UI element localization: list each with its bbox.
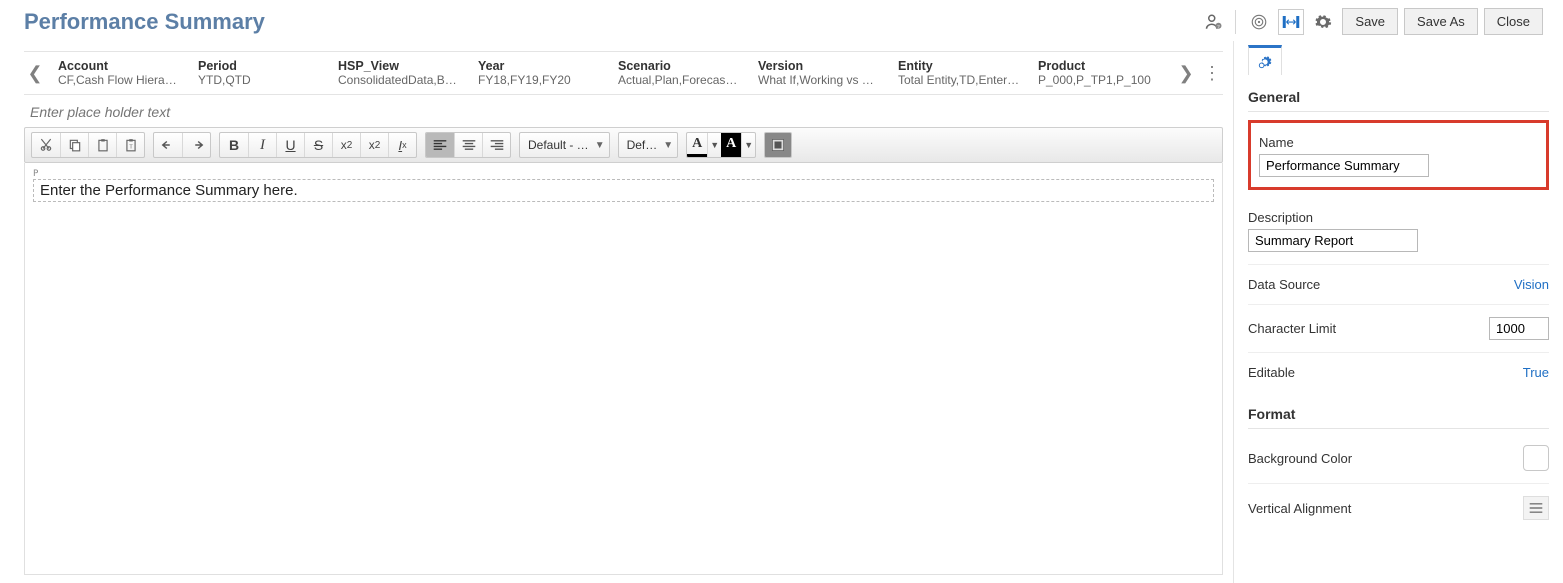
bgcolor-row: Background Color — [1248, 433, 1549, 483]
side-tabs — [1248, 45, 1549, 75]
editor-toolbar: T B I U S x2 x2 — [24, 127, 1223, 163]
text-color-caret[interactable]: ▼ — [707, 133, 721, 157]
charlimit-input[interactable] — [1489, 317, 1549, 340]
bgcolor-swatch[interactable] — [1523, 445, 1549, 471]
datasource-value[interactable]: Vision — [1514, 277, 1549, 292]
bold-button[interactable]: B — [220, 133, 248, 157]
charlimit-label: Character Limit — [1248, 321, 1336, 336]
editable-value[interactable]: True — [1523, 365, 1549, 380]
placeholder-row — [24, 95, 1223, 127]
paste-special-icon[interactable]: T — [116, 133, 144, 157]
description-block: Description — [1248, 196, 1549, 264]
placeholder-text-input[interactable] — [28, 103, 1219, 121]
dim-version[interactable]: Version What If,Working vs … — [750, 57, 890, 89]
dim-scroll-left[interactable]: ❮ — [24, 56, 46, 90]
dim-hspview[interactable]: HSP_View ConsolidatedData,B… — [330, 57, 470, 89]
superscript-button[interactable]: x2 — [360, 133, 388, 157]
main-area: ❮ Account CF,Cash Flow Hiera… Period YTD… — [24, 41, 1233, 583]
underline-button[interactable]: U — [276, 133, 304, 157]
description-input[interactable] — [1248, 229, 1418, 252]
dim-account[interactable]: Account CF,Cash Flow Hiera… — [50, 57, 190, 89]
editor-element-tag: P — [33, 169, 1214, 179]
valign-row: Vertical Alignment — [1248, 483, 1549, 532]
app-root: Performance Summary ? Save Save As Close — [0, 0, 1563, 583]
font-family-select[interactable]: Default - …▼ — [519, 132, 610, 158]
dimension-bar: ❮ Account CF,Cash Flow Hiera… Period YTD… — [24, 51, 1223, 95]
dim-overflow-menu[interactable]: ⋮ — [1201, 63, 1223, 84]
name-highlight: Name — [1248, 120, 1549, 190]
subscript-button[interactable]: x2 — [332, 133, 360, 157]
svg-text:T: T — [129, 145, 133, 151]
description-label: Description — [1248, 210, 1549, 225]
datasource-row: Data Source Vision — [1248, 264, 1549, 304]
charlimit-row: Character Limit — [1248, 304, 1549, 352]
page-title: Performance Summary — [24, 9, 265, 35]
copy-icon[interactable] — [60, 133, 88, 157]
bgcolor-label: Background Color — [1248, 451, 1352, 466]
paste-icon[interactable] — [88, 133, 116, 157]
general-tab[interactable] — [1248, 45, 1282, 75]
clear-format-button[interactable]: Ix — [388, 133, 416, 157]
dim-year[interactable]: Year FY18,FY19,FY20 — [470, 57, 610, 89]
italic-button[interactable]: I — [248, 133, 276, 157]
target-icon[interactable] — [1246, 9, 1272, 35]
gear-icon[interactable] — [1310, 9, 1336, 35]
name-input[interactable] — [1259, 154, 1429, 177]
undo-icon[interactable] — [154, 133, 182, 157]
dim-scenario[interactable]: Scenario Actual,Plan,Forecas… — [610, 57, 750, 89]
dim-scroll-right[interactable]: ❯ — [1175, 56, 1197, 90]
editable-row: Editable True — [1248, 352, 1549, 392]
section-format-title: Format — [1248, 406, 1549, 422]
save-button[interactable]: Save — [1342, 8, 1398, 35]
bg-color-caret[interactable]: ▼ — [741, 133, 755, 157]
valign-button[interactable] — [1523, 496, 1549, 520]
header: Performance Summary ? Save Save As Close — [0, 0, 1563, 41]
strikethrough-button[interactable]: S — [304, 133, 332, 157]
valign-label: Vertical Alignment — [1248, 501, 1351, 516]
dim-entity[interactable]: Entity Total Entity,TD,Enter… — [890, 57, 1030, 89]
bg-color-button[interactable]: A — [721, 133, 741, 157]
header-actions: ? Save Save As Close — [1203, 8, 1543, 35]
font-size-select[interactable]: Def…▼ — [618, 132, 679, 158]
dim-period[interactable]: Period YTD,QTD — [190, 57, 330, 89]
align-left-button[interactable] — [426, 133, 454, 157]
editor-content[interactable]: Enter the Performance Summary here. — [33, 179, 1214, 202]
cut-icon[interactable] — [32, 133, 60, 157]
separator — [1235, 10, 1236, 34]
insert-object-button[interactable] — [764, 132, 792, 158]
redo-icon[interactable] — [182, 133, 210, 157]
save-as-button[interactable]: Save As — [1404, 8, 1478, 35]
properties-panel: General Name Description Data Source Vis… — [1233, 41, 1563, 583]
user-help-icon[interactable]: ? — [1203, 11, 1225, 33]
text-color-button[interactable]: A — [687, 133, 707, 157]
align-right-button[interactable] — [482, 133, 510, 157]
fit-width-icon[interactable] — [1278, 9, 1304, 35]
align-center-button[interactable] — [454, 133, 482, 157]
close-button[interactable]: Close — [1484, 8, 1543, 35]
rich-text-editor[interactable]: P Enter the Performance Summary here. — [24, 163, 1223, 575]
datasource-label: Data Source — [1248, 277, 1320, 292]
section-general-title: General — [1248, 89, 1549, 105]
editable-label: Editable — [1248, 365, 1295, 380]
dim-product[interactable]: Product P_000,P_TP1,P_100 — [1030, 57, 1170, 89]
name-label: Name — [1259, 135, 1538, 150]
